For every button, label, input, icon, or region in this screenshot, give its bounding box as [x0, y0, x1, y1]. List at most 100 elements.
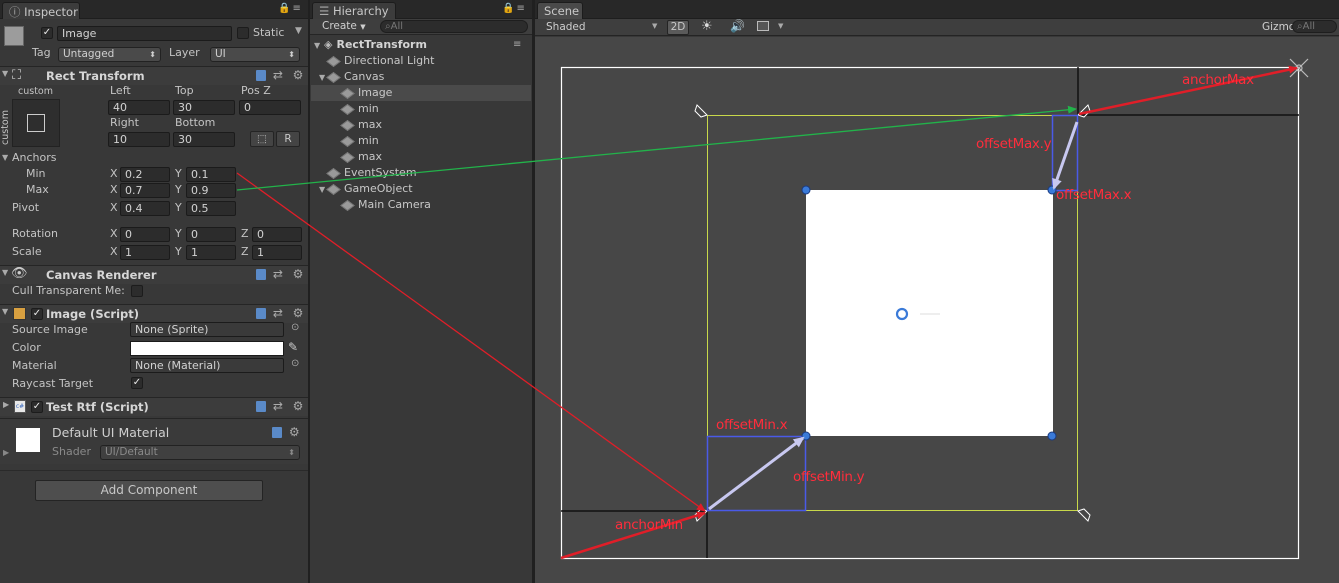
scene-canvas-svg [560, 58, 1309, 560]
hierarchy-item[interactable]: max [311, 149, 531, 165]
anchors-foldout-icon[interactable]: ▼ [2, 153, 8, 162]
hierarchy-item[interactable]: ▼ GameObject [311, 181, 531, 197]
foldout-collapsed-icon[interactable]: ▶ [3, 400, 9, 409]
anchor-max-x-input[interactable]: 0.7 [120, 183, 170, 198]
gameobject-cube-icon [340, 199, 355, 211]
source-image-field[interactable]: None (Sprite) [130, 322, 284, 337]
component-header-icons[interactable]: ⇄ ⚙ [256, 267, 306, 281]
color-field[interactable] [130, 341, 284, 356]
anchor-min-y-input[interactable]: 0.1 [186, 167, 236, 182]
anchor-handle-br-icon [1077, 508, 1091, 522]
anchor-preset-side-label: custom [0, 110, 11, 145]
hierarchy-item[interactable]: EventSystem [311, 165, 531, 181]
static-dropdown-arrow[interactable]: ▼ [295, 26, 302, 36]
chevron-down-icon[interactable]: ▼ [652, 22, 657, 30]
layer-dropdown[interactable]: UI ⬍ [210, 47, 300, 62]
scale-z-input[interactable]: 1 [252, 245, 302, 260]
effects-image-icon[interactable] [757, 21, 769, 31]
help-book-icon [256, 401, 266, 412]
hierarchy-scene-row[interactable]: ▼ ◈ RectTransform ≡ [311, 37, 531, 53]
add-component-button[interactable]: Add Component [35, 480, 263, 501]
x-label: X [110, 245, 118, 258]
rotation-z-input[interactable]: 0 [252, 227, 302, 242]
x-label: X [110, 201, 118, 214]
static-checkbox[interactable] [237, 27, 249, 39]
shader-label: Shader [52, 445, 91, 458]
scale-x-input[interactable]: 1 [120, 245, 170, 260]
material-field[interactable]: None (Material) [130, 358, 284, 373]
unity-scene-icon: ◈ [324, 38, 333, 51]
offset-max-y-label: offsetMax.y [976, 136, 1052, 152]
chevron-down-icon[interactable]: ▼ [778, 22, 783, 30]
csharp-script-icon: c# [14, 400, 26, 413]
hierarchy-item[interactable]: ▼ Canvas [311, 69, 531, 85]
hierarchy-item[interactable]: Directional Light [311, 53, 531, 69]
shader-dropdown[interactable]: UI/Default ⬍ [100, 445, 300, 460]
audio-speaker-icon[interactable]: 🔊 [730, 19, 745, 33]
pivot-y-input[interactable]: 0.5 [186, 201, 236, 216]
left-input[interactable]: 40 [108, 100, 170, 115]
hierarchy-item[interactable]: min [311, 133, 531, 149]
top-input[interactable]: 30 [173, 100, 235, 115]
scale-y-input[interactable]: 1 [186, 245, 236, 260]
active-checkbox[interactable]: ✓ [41, 27, 53, 39]
object-picker-icon[interactable]: ⊙ [291, 358, 299, 369]
image-enabled-checkbox[interactable]: ✓ [31, 308, 43, 320]
anchor-max-y-input[interactable]: 0.9 [186, 183, 236, 198]
foldout-arrow-icon[interactable]: ▼ [2, 69, 8, 78]
anchor-handle-tl-icon [694, 104, 708, 118]
hierarchy-item[interactable]: min [311, 101, 531, 117]
y-label: Y [175, 183, 182, 196]
cull-transparent-checkbox[interactable] [131, 285, 143, 297]
create-dropdown[interactable]: Create ▼ [322, 20, 366, 32]
hierarchy-search-input[interactable]: ⌕All [380, 20, 528, 33]
material-name: Default UI Material [52, 425, 170, 440]
shading-mode-dropdown[interactable]: Shaded [546, 21, 586, 33]
material-label: Material [12, 359, 57, 372]
rotation-y-input[interactable]: 0 [186, 227, 236, 242]
anchor-preset-square-icon [27, 114, 45, 132]
tag-dropdown[interactable]: Untagged ⬍ [58, 47, 161, 62]
component-header-icons[interactable]: ⇄ ⚙ [256, 399, 306, 413]
foldout-arrow-icon[interactable]: ▼ [2, 268, 8, 277]
hierarchy-item-label: min [358, 102, 379, 115]
right-input[interactable]: 10 [108, 132, 170, 147]
pivot-label: Pivot [12, 201, 40, 214]
posz-input[interactable]: 0 [239, 100, 301, 115]
scene-view[interactable]: anchorMax offsetMax.y offsetMax.x offset… [535, 37, 1339, 583]
raycast-target-checkbox[interactable]: ✓ [131, 377, 143, 389]
material-foldout-icon[interactable]: ▶ [3, 448, 9, 457]
z-label: Z [241, 227, 249, 240]
component-header-icons[interactable]: ⇄ ⚙ [256, 306, 306, 320]
scene-search-input[interactable]: ⌕All [1292, 20, 1337, 33]
tab-hierarchy[interactable]: ☰ Hierarchy [312, 2, 396, 19]
test-rtf-enabled-checkbox[interactable]: ✓ [31, 401, 43, 413]
tab-scene[interactable]: Scene [537, 2, 583, 19]
object-picker-icon[interactable]: ⊙ [291, 322, 299, 333]
eyedropper-icon[interactable]: ✎ [288, 340, 298, 354]
posz-header: Pos Z [241, 84, 271, 97]
tab-inspector[interactable]: ⓘ Inspector [2, 2, 80, 19]
blueprint-mode-button[interactable]: ⬚ [250, 131, 274, 147]
anchor-preset-button[interactable] [12, 99, 60, 147]
panel-menu-icon[interactable]: 🔒≡ [502, 3, 527, 14]
bottom-input[interactable]: 30 [173, 132, 235, 147]
hierarchy-item[interactable]: Main Camera [311, 197, 531, 213]
material-header-icons[interactable]: ⚙ [272, 425, 303, 439]
foldout-arrow-icon[interactable]: ▼ [2, 307, 8, 316]
object-name-input[interactable]: Image [57, 26, 232, 41]
hierarchy-item[interactable]: max [311, 117, 531, 133]
panel-menu-icon[interactable]: 🔒≡ [278, 3, 303, 14]
canvas-renderer-header[interactable]: ▼ 👁 Canvas Renderer ⇄ ⚙ [0, 265, 308, 284]
test-rtf-header[interactable]: ▶ c# ✓ Test Rtf (Script) ⇄ ⚙ [0, 397, 308, 416]
image-script-header[interactable]: ▼ ✓ Image (Script) ⇄ ⚙ [0, 304, 308, 323]
component-header-icons[interactable]: ⇄ ⚙ [256, 68, 306, 82]
rotation-x-input[interactable]: 0 [120, 227, 170, 242]
hierarchy-item[interactable]: Image [311, 85, 531, 101]
anchor-min-x-input[interactable]: 0.2 [120, 167, 170, 182]
pivot-x-input[interactable]: 0.4 [120, 201, 170, 216]
rect-transform-header[interactable]: ▼ ⛶ Rect Transform ⇄ ⚙ [0, 66, 308, 85]
2d-mode-toggle[interactable]: 2D [667, 20, 689, 35]
lighting-sun-icon[interactable]: ☀ [701, 19, 713, 34]
raw-edit-button[interactable]: R [276, 131, 300, 147]
